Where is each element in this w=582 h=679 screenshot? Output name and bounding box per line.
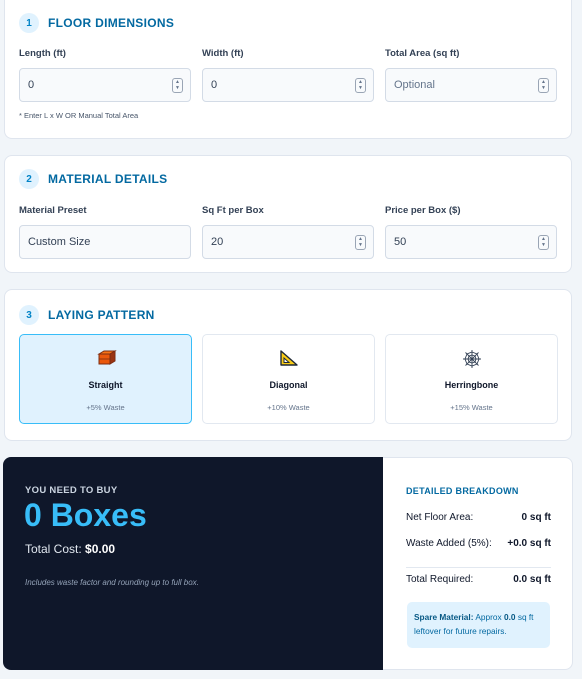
total-required-value: 0.0 sq ft xyxy=(513,574,551,585)
sqft-per-box-value: 20 xyxy=(211,236,224,248)
total-area-field: Total Area (sq ft) Optional ▲ ▼ xyxy=(385,47,557,102)
laying-pattern-card: 3 LAYING PATTERN Straight +5% Waste Diag… xyxy=(4,289,572,441)
total-cost: Total Cost: $0.00 xyxy=(25,542,115,556)
pattern-option-straight[interactable]: Straight +5% Waste xyxy=(19,334,192,424)
material-details-card: 2 MATERIAL DETAILS Material Preset Custo… xyxy=(4,155,572,273)
section-title: FLOOR DIMENSIONS xyxy=(48,16,175,30)
width-input[interactable]: 0 ▲ ▼ xyxy=(202,68,374,102)
price-per-box-value: 50 xyxy=(394,236,407,248)
spare-material-value: 0.0 xyxy=(503,612,516,622)
laying-pattern-header: 3 LAYING PATTERN xyxy=(19,305,155,325)
number-stepper-icon[interactable]: ▲ ▼ xyxy=(172,77,183,93)
spare-material-note: Spare Material: Approx 0.0 sq ft leftove… xyxy=(407,602,550,648)
number-stepper-icon[interactable]: ▲ ▼ xyxy=(355,234,366,250)
total-area-input[interactable]: Optional ▲ ▼ xyxy=(385,68,557,102)
dimensions-hint: * Enter L x W OR Manual Total Area xyxy=(19,111,139,120)
material-preset-value: Custom Size xyxy=(28,236,91,248)
boxes-count: 0 Boxes xyxy=(24,497,147,533)
length-field: Length (ft) 0 ▲ ▼ xyxy=(19,47,191,102)
pattern-waste: +15% Waste xyxy=(450,403,493,412)
width-field: Width (ft) 0 ▲ ▼ xyxy=(202,47,374,102)
waste-added-value: +0.0 sq ft xyxy=(507,538,551,549)
spare-material-label: Spare Material: xyxy=(414,612,474,622)
total-area-placeholder: Optional xyxy=(394,79,435,91)
step-badge: 2 xyxy=(19,169,39,189)
section-title: LAYING PATTERN xyxy=(48,308,155,322)
brick-icon xyxy=(20,349,191,369)
price-per-box-label: Price per Box ($) xyxy=(385,205,461,216)
material-preset-label: Material Preset xyxy=(19,205,87,216)
net-area-value: 0 sq ft xyxy=(521,512,551,523)
pattern-name: Straight xyxy=(88,380,123,390)
breakdown-title: DETAILED BREAKDOWN xyxy=(406,486,519,496)
material-preset-field: Material Preset Custom Size xyxy=(19,204,191,259)
material-preset-select[interactable]: Custom Size xyxy=(19,225,191,259)
pattern-option-diagonal[interactable]: Diagonal +10% Waste xyxy=(202,334,375,424)
width-label: Width (ft) xyxy=(202,48,244,59)
pattern-waste: +10% Waste xyxy=(267,403,310,412)
pattern-name: Herringbone xyxy=(444,380,499,390)
result-note: Includes waste factor and rounding up to… xyxy=(25,578,199,587)
pattern-waste: +5% Waste xyxy=(86,403,125,412)
spare-material-pre: Approx xyxy=(475,612,502,622)
total-required-label: Total Required: xyxy=(406,574,474,585)
length-label: Length (ft) xyxy=(19,48,66,59)
material-details-header: 2 MATERIAL DETAILS xyxy=(19,169,167,189)
breakdown-divider xyxy=(406,567,551,568)
net-area-label: Net Floor Area: xyxy=(406,512,474,523)
result-label: YOU NEED TO BUY xyxy=(25,485,118,496)
length-value: 0 xyxy=(28,79,35,91)
total-cost-label: Total Cost: xyxy=(25,542,82,556)
floor-dimensions-header: 1 FLOOR DIMENSIONS xyxy=(19,13,174,33)
width-value: 0 xyxy=(211,79,218,91)
price-per-box-field: Price per Box ($) 50 ▲ ▼ xyxy=(385,204,557,259)
pattern-option-herringbone[interactable]: Herringbone +15% Waste xyxy=(385,334,558,424)
number-stepper-icon[interactable]: ▲ ▼ xyxy=(355,77,366,93)
waste-added-label: Waste Added (5%): xyxy=(406,538,492,549)
step-badge: 1 xyxy=(19,13,39,33)
section-title: MATERIAL DETAILS xyxy=(48,172,168,186)
floor-dimensions-card: 1 FLOOR DIMENSIONS Length (ft) 0 ▲ ▼ Widt… xyxy=(4,0,572,139)
sqft-per-box-input[interactable]: 20 ▲ ▼ xyxy=(202,225,374,259)
total-required-row: Total Required: 0.0 sq ft xyxy=(406,574,551,585)
total-area-label: Total Area (sq ft) xyxy=(385,48,460,59)
price-per-box-input[interactable]: 50 ▲ ▼ xyxy=(385,225,557,259)
waste-added-row: Waste Added (5%): +0.0 sq ft xyxy=(406,538,551,549)
result-summary-panel: YOU NEED TO BUY 0 Boxes Total Cost: $0.0… xyxy=(3,457,383,670)
total-cost-value: $0.00 xyxy=(85,542,116,556)
sqft-per-box-label: Sq Ft per Box xyxy=(202,205,264,216)
number-stepper-icon[interactable]: ▲ ▼ xyxy=(538,77,549,93)
length-input[interactable]: 0 ▲ ▼ xyxy=(19,68,191,102)
pattern-name: Diagonal xyxy=(269,380,308,390)
sqft-per-box-field: Sq Ft per Box 20 ▲ ▼ xyxy=(202,204,374,259)
net-area-row: Net Floor Area: 0 sq ft xyxy=(406,512,551,523)
step-badge: 3 xyxy=(19,305,39,325)
spider-web-icon xyxy=(386,349,557,369)
detailed-breakdown-panel: DETAILED BREAKDOWN Net Floor Area: 0 sq … xyxy=(383,457,573,670)
number-stepper-icon[interactable]: ▲ ▼ xyxy=(538,234,549,250)
triangle-ruler-icon xyxy=(203,349,374,369)
